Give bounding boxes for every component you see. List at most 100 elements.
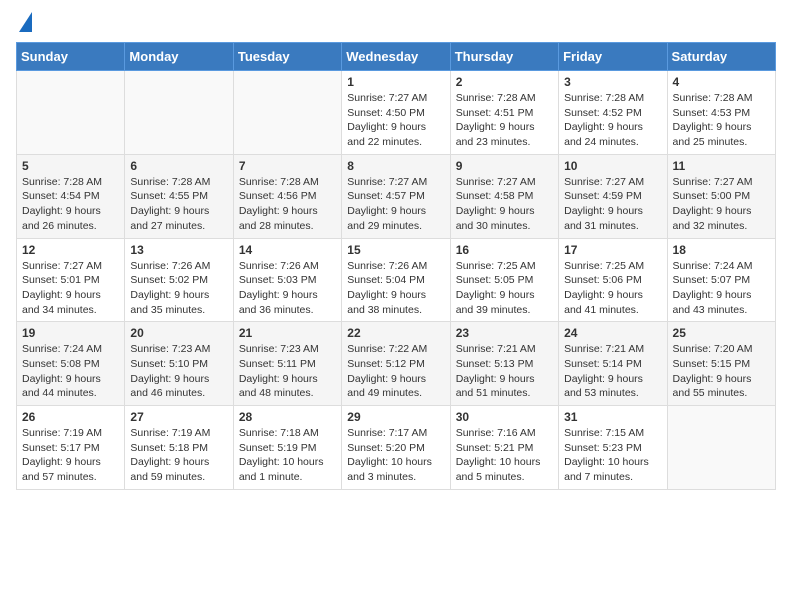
day-number: 27	[130, 410, 227, 424]
day-cell: 10 Sunrise: 7:27 AM Sunset: 4:59 PM Dayli…	[559, 154, 667, 238]
day-number: 7	[239, 159, 336, 173]
day-number: 22	[347, 326, 444, 340]
day-info: Sunrise: 7:16 AM Sunset: 5:21 PM Dayligh…	[456, 426, 553, 485]
day-cell: 7 Sunrise: 7:28 AM Sunset: 4:56 PM Daylig…	[233, 154, 341, 238]
day-number: 3	[564, 75, 661, 89]
day-number: 17	[564, 243, 661, 257]
day-info: Sunrise: 7:18 AM Sunset: 5:19 PM Dayligh…	[239, 426, 336, 485]
day-cell: 13 Sunrise: 7:26 AM Sunset: 5:02 PM Dayli…	[125, 238, 233, 322]
day-cell: 14Sunrise: 7:26 AM Sunset: 5:03 PM Dayli…	[233, 238, 341, 322]
day-info: Sunrise: 7:21 AM Sunset: 5:13 PM Dayligh…	[456, 342, 553, 401]
calendar-header: SundayMondayTuesdayWednesdayThursdayFrid…	[17, 43, 776, 71]
day-cell: 18 Sunrise: 7:24 AM Sunset: 5:07 PM Dayli…	[667, 238, 775, 322]
day-info: Sunrise: 7:28 AM Sunset: 4:56 PM Dayligh…	[239, 175, 336, 234]
day-number: 13	[130, 243, 227, 257]
day-number: 11	[673, 159, 770, 173]
day-number: 2	[456, 75, 553, 89]
day-info: Sunrise: 7:28 AM Sunset: 4:52 PM Dayligh…	[564, 91, 661, 150]
day-cell: 22 Sunrise: 7:22 AM Sunset: 5:12 PM Dayli…	[342, 322, 450, 406]
day-cell: 21Sunrise: 7:23 AM Sunset: 5:11 PM Dayli…	[233, 322, 341, 406]
logo	[16, 16, 32, 32]
day-info: Sunrise: 7:26 AM Sunset: 5:02 PM Dayligh…	[130, 259, 227, 318]
day-number: 31	[564, 410, 661, 424]
day-info: Sunrise: 7:26 AM Sunset: 5:04 PM Dayligh…	[347, 259, 444, 318]
day-cell	[125, 71, 233, 155]
day-cell: 1 Sunrise: 7:27 AM Sunset: 4:50 PM Daylig…	[342, 71, 450, 155]
day-cell: 9 Sunrise: 7:27 AM Sunset: 4:58 PM Daylig…	[450, 154, 558, 238]
day-number: 19	[22, 326, 119, 340]
day-info: Sunrise: 7:27 AM Sunset: 4:59 PM Dayligh…	[564, 175, 661, 234]
day-cell: 5 Sunrise: 7:28 AM Sunset: 4:54 PM Daylig…	[17, 154, 125, 238]
day-number: 25	[673, 326, 770, 340]
week-row-5: 26Sunrise: 7:19 AM Sunset: 5:17 PM Dayli…	[17, 406, 776, 490]
day-number: 9	[456, 159, 553, 173]
day-cell: 6 Sunrise: 7:28 AM Sunset: 4:55 PM Daylig…	[125, 154, 233, 238]
day-header-thursday: Thursday	[450, 43, 558, 71]
day-info: Sunrise: 7:17 AM Sunset: 5:20 PM Dayligh…	[347, 426, 444, 485]
day-number: 16	[456, 243, 553, 257]
day-cell: 8Sunrise: 7:27 AM Sunset: 4:57 PM Daylig…	[342, 154, 450, 238]
week-row-3: 12 Sunrise: 7:27 AM Sunset: 5:01 PM Dayli…	[17, 238, 776, 322]
day-header-friday: Friday	[559, 43, 667, 71]
day-cell: 25Sunrise: 7:20 AM Sunset: 5:15 PM Dayli…	[667, 322, 775, 406]
day-info: Sunrise: 7:19 AM Sunset: 5:17 PM Dayligh…	[22, 426, 119, 485]
week-row-2: 5 Sunrise: 7:28 AM Sunset: 4:54 PM Daylig…	[17, 154, 776, 238]
day-cell	[233, 71, 341, 155]
day-cell: 17 Sunrise: 7:25 AM Sunset: 5:06 PM Dayli…	[559, 238, 667, 322]
day-cell: 16Sunrise: 7:25 AM Sunset: 5:05 PM Dayli…	[450, 238, 558, 322]
day-number: 5	[22, 159, 119, 173]
day-info: Sunrise: 7:24 AM Sunset: 5:07 PM Dayligh…	[673, 259, 770, 318]
day-cell: 24Sunrise: 7:21 AM Sunset: 5:14 PM Dayli…	[559, 322, 667, 406]
day-number: 15	[347, 243, 444, 257]
day-number: 1	[347, 75, 444, 89]
day-cell: 19 Sunrise: 7:24 AM Sunset: 5:08 PM Dayli…	[17, 322, 125, 406]
day-number: 10	[564, 159, 661, 173]
day-info: Sunrise: 7:24 AM Sunset: 5:08 PM Dayligh…	[22, 342, 119, 401]
days-of-week-row: SundayMondayTuesdayWednesdayThursdayFrid…	[17, 43, 776, 71]
day-info: Sunrise: 7:26 AM Sunset: 5:03 PM Dayligh…	[239, 259, 336, 318]
day-info: Sunrise: 7:27 AM Sunset: 4:50 PM Dayligh…	[347, 91, 444, 150]
day-info: Sunrise: 7:22 AM Sunset: 5:12 PM Dayligh…	[347, 342, 444, 401]
day-number: 29	[347, 410, 444, 424]
calendar-table: SundayMondayTuesdayWednesdayThursdayFrid…	[16, 42, 776, 490]
day-header-saturday: Saturday	[667, 43, 775, 71]
day-cell: 3 Sunrise: 7:28 AM Sunset: 4:52 PM Daylig…	[559, 71, 667, 155]
day-number: 12	[22, 243, 119, 257]
day-info: Sunrise: 7:28 AM Sunset: 4:53 PM Dayligh…	[673, 91, 770, 150]
day-number: 24	[564, 326, 661, 340]
day-cell	[667, 406, 775, 490]
day-number: 30	[456, 410, 553, 424]
day-info: Sunrise: 7:15 AM Sunset: 5:23 PM Dayligh…	[564, 426, 661, 485]
day-info: Sunrise: 7:27 AM Sunset: 5:01 PM Dayligh…	[22, 259, 119, 318]
day-number: 8	[347, 159, 444, 173]
day-number: 18	[673, 243, 770, 257]
day-number: 21	[239, 326, 336, 340]
day-cell: 26Sunrise: 7:19 AM Sunset: 5:17 PM Dayli…	[17, 406, 125, 490]
day-number: 6	[130, 159, 227, 173]
day-header-monday: Monday	[125, 43, 233, 71]
day-cell: 29 Sunrise: 7:17 AM Sunset: 5:20 PM Dayli…	[342, 406, 450, 490]
day-cell: 28Sunrise: 7:18 AM Sunset: 5:19 PM Dayli…	[233, 406, 341, 490]
day-info: Sunrise: 7:27 AM Sunset: 5:00 PM Dayligh…	[673, 175, 770, 234]
day-cell: 2 Sunrise: 7:28 AM Sunset: 4:51 PM Daylig…	[450, 71, 558, 155]
day-info: Sunrise: 7:25 AM Sunset: 5:06 PM Dayligh…	[564, 259, 661, 318]
day-info: Sunrise: 7:28 AM Sunset: 4:54 PM Dayligh…	[22, 175, 119, 234]
week-row-4: 19 Sunrise: 7:24 AM Sunset: 5:08 PM Dayli…	[17, 322, 776, 406]
day-header-tuesday: Tuesday	[233, 43, 341, 71]
day-cell: 23 Sunrise: 7:21 AM Sunset: 5:13 PM Dayli…	[450, 322, 558, 406]
day-info: Sunrise: 7:19 AM Sunset: 5:18 PM Dayligh…	[130, 426, 227, 485]
day-cell: 12 Sunrise: 7:27 AM Sunset: 5:01 PM Dayli…	[17, 238, 125, 322]
day-info: Sunrise: 7:28 AM Sunset: 4:55 PM Dayligh…	[130, 175, 227, 234]
day-info: Sunrise: 7:27 AM Sunset: 4:58 PM Dayligh…	[456, 175, 553, 234]
day-header-sunday: Sunday	[17, 43, 125, 71]
page-header	[16, 16, 776, 32]
day-cell: 31 Sunrise: 7:15 AM Sunset: 5:23 PM Dayli…	[559, 406, 667, 490]
day-cell	[17, 71, 125, 155]
day-info: Sunrise: 7:28 AM Sunset: 4:51 PM Dayligh…	[456, 91, 553, 150]
day-number: 23	[456, 326, 553, 340]
day-number: 20	[130, 326, 227, 340]
day-info: Sunrise: 7:23 AM Sunset: 5:10 PM Dayligh…	[130, 342, 227, 401]
day-cell: 20 Sunrise: 7:23 AM Sunset: 5:10 PM Dayli…	[125, 322, 233, 406]
day-number: 4	[673, 75, 770, 89]
day-cell: 11 Sunrise: 7:27 AM Sunset: 5:00 PM Dayli…	[667, 154, 775, 238]
